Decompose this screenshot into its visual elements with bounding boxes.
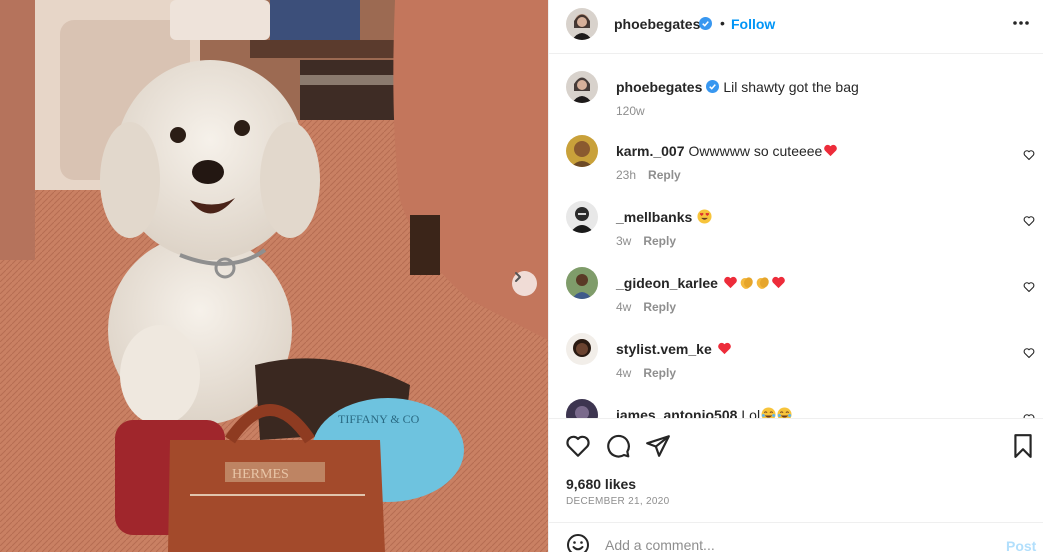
comment-meta: 3w Reply [616, 234, 676, 248]
likes-count[interactable]: 9,680 likes [566, 476, 636, 492]
comment-text: Owwwww so cuteeee [688, 143, 823, 159]
comment-username[interactable]: james_antonio508 [616, 407, 737, 418]
comment-row: _mellbanks 3w Reply [549, 201, 1043, 261]
svg-text:TIFFANY & CO: TIFFANY & CO [338, 412, 420, 426]
commenter-avatar[interactable] [566, 399, 598, 418]
comment-meta: 4w Reply [616, 366, 676, 380]
red-heart-emoji-icon [772, 276, 785, 289]
next-image-button[interactable] [512, 271, 537, 296]
caption-time: 120w [616, 104, 645, 118]
avatar-image [566, 201, 598, 233]
avatar-image [566, 8, 598, 40]
avatar-image [566, 71, 598, 103]
tears-of-joy-emoji-icon [777, 407, 792, 418]
author-avatar[interactable] [566, 8, 598, 40]
separator-dot: • [720, 15, 725, 31]
verified-badge-icon [699, 17, 712, 30]
comment-username[interactable]: _gideon_karlee [616, 275, 718, 291]
comment-line: _gideon_karlee [616, 275, 786, 291]
tears-of-joy-emoji-icon [761, 407, 776, 418]
like-comment-heart-icon[interactable] [1023, 215, 1035, 227]
comment-line: james_antonio508 Lol [616, 407, 792, 418]
reply-button[interactable]: Reply [648, 168, 681, 182]
chevron-right-icon [515, 272, 521, 282]
dog-with-toy-bags-photo: TIFFANY & CO HERMES [0, 0, 548, 552]
comment-meta: 4w Reply [616, 300, 676, 314]
post-comment-button[interactable]: Post [1006, 538, 1036, 552]
comment-time: 4w [616, 366, 632, 380]
caption-meta: 120w [616, 104, 645, 118]
like-comment-heart-icon[interactable] [1023, 149, 1035, 161]
red-heart-emoji-icon [824, 144, 838, 157]
heart-eyes-emoji-icon [697, 209, 712, 224]
verified-badge-icon [706, 80, 720, 93]
caption-author[interactable]: phoebegates [616, 79, 702, 95]
follow-button[interactable]: Follow [731, 16, 775, 32]
comment-username[interactable]: karm._007 [616, 143, 685, 159]
comment-time: 3w [616, 234, 632, 248]
reply-button[interactable]: Reply [643, 300, 676, 314]
red-heart-emoji-icon [724, 276, 737, 289]
smiley-icon[interactable] [566, 533, 590, 552]
commenter-avatar[interactable] [566, 333, 598, 365]
comment-input[interactable] [605, 533, 985, 552]
reply-button[interactable]: Reply [643, 366, 676, 380]
caption-author-avatar[interactable] [566, 71, 598, 103]
avatar-image [566, 267, 598, 299]
bookmark-icon[interactable] [1010, 433, 1036, 459]
reply-button[interactable]: Reply [643, 234, 676, 248]
avatar-image [566, 333, 598, 365]
comment-row: _gideon_karlee 4w Reply [549, 267, 1043, 327]
more-options-icon[interactable] [1011, 13, 1031, 33]
caption-row: phoebegates Lil shawty got the bag 120w [549, 71, 1043, 131]
share-icon[interactable] [645, 433, 671, 459]
post-actions: 9,680 likes DECEMBER 21, 2020 [549, 418, 1043, 518]
comment-row: stylist.vem_ke 4w Reply [549, 333, 1043, 393]
comment-meta: 23h Reply [616, 168, 681, 182]
comment-time: 4w [616, 300, 632, 314]
caption-text: Lil shawty got the bag [723, 79, 859, 95]
commenter-avatar[interactable] [566, 135, 598, 167]
post-image[interactable]: TIFFANY & CO HERMES [0, 0, 548, 552]
like-comment-heart-icon[interactable] [1023, 281, 1035, 293]
comment-text: Lol [741, 407, 761, 418]
clapping-hands-emoji-icon [740, 277, 753, 289]
avatar-image [566, 399, 598, 418]
clapping-hands-emoji-icon [756, 277, 769, 289]
comment-row: karm._007 Owwwww so cuteeee 23h Reply [549, 135, 1043, 195]
comment-icon[interactable] [605, 433, 631, 459]
red-heart-emoji-icon [717, 342, 731, 355]
comment-username[interactable]: stylist.vem_ke [616, 341, 712, 357]
comment-username[interactable]: _mellbanks [616, 209, 692, 225]
post-date: DECEMBER 21, 2020 [566, 496, 670, 507]
author-username[interactable]: phoebegates [614, 16, 700, 32]
comments-list[interactable]: phoebegates Lil shawty got the bag 120w k… [549, 55, 1043, 418]
commenter-avatar[interactable] [566, 267, 598, 299]
svg-text:HERMES: HERMES [232, 467, 289, 482]
comment-line: _mellbanks [616, 209, 712, 225]
commenter-avatar[interactable] [566, 201, 598, 233]
add-comment-bar: Post [549, 522, 1043, 552]
comment-line: stylist.vem_ke [616, 341, 732, 357]
comment-row: james_antonio508 Lol [549, 399, 1043, 418]
heart-icon[interactable] [565, 433, 591, 459]
comment-time: 23h [616, 168, 637, 182]
caption-line: phoebegates Lil shawty got the bag [616, 79, 859, 95]
post-header: phoebegates • Follow [549, 0, 1043, 54]
comment-line: karm._007 Owwwww so cuteeee [616, 143, 838, 159]
post-sidebar: phoebegates • Follow phoebegates Lil sha… [548, 0, 1043, 552]
like-comment-heart-icon[interactable] [1023, 347, 1035, 359]
avatar-image [566, 135, 598, 167]
